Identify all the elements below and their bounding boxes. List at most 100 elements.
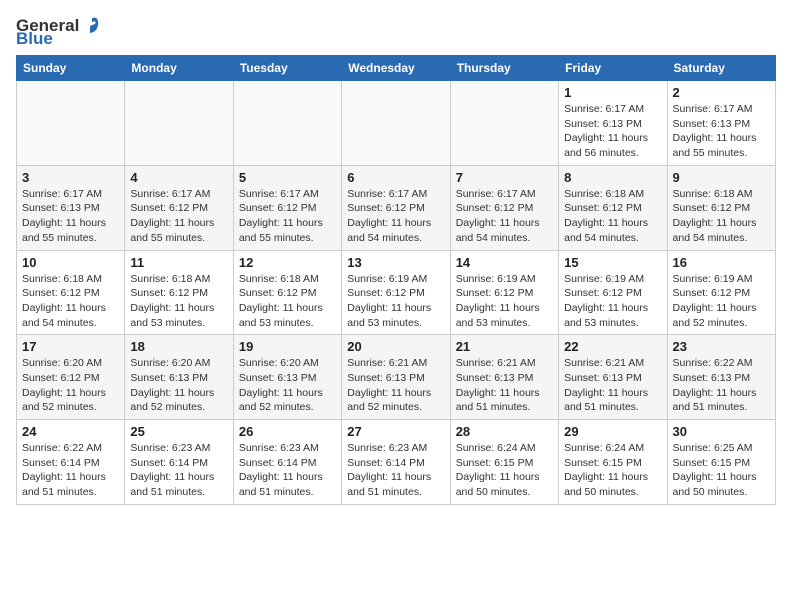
calendar-cell: 5 Sunrise: 6:17 AM Sunset: 6:12 PM Daylig… (233, 165, 341, 250)
day-number: 6 (347, 170, 444, 185)
day-number: 30 (673, 424, 770, 439)
day-number: 5 (239, 170, 336, 185)
day-info: Sunrise: 6:20 AM Sunset: 6:12 PM Dayligh… (22, 356, 119, 415)
calendar-cell (342, 81, 450, 166)
day-info: Sunrise: 6:18 AM Sunset: 6:12 PM Dayligh… (130, 272, 227, 331)
day-number: 29 (564, 424, 661, 439)
calendar-cell: 25 Sunrise: 6:23 AM Sunset: 6:14 PM Dayli… (125, 420, 233, 505)
weekday-header-saturday: Saturday (667, 56, 775, 81)
day-info: Sunrise: 6:18 AM Sunset: 6:12 PM Dayligh… (22, 272, 119, 331)
day-info: Sunrise: 6:24 AM Sunset: 6:15 PM Dayligh… (456, 441, 553, 500)
calendar-cell: 18Sunrise: 6:20 AM Sunset: 6:13 PM Dayli… (125, 335, 233, 420)
day-info: Sunrise: 6:18 AM Sunset: 6:12 PM Dayligh… (673, 187, 770, 246)
day-number: 28 (456, 424, 553, 439)
calendar-cell: 29 Sunrise: 6:24 AM Sunset: 6:15 PM Dayli… (559, 420, 667, 505)
day-number: 12 (239, 255, 336, 270)
calendar-week-row: 24Sunrise: 6:22 AM Sunset: 6:14 PM Dayli… (17, 420, 776, 505)
weekday-header-thursday: Thursday (450, 56, 558, 81)
calendar-cell: 16Sunrise: 6:19 AM Sunset: 6:12 PM Dayli… (667, 250, 775, 335)
calendar-cell (17, 81, 125, 166)
day-info: Sunrise: 6:17 AM Sunset: 6:12 PM Dayligh… (347, 187, 444, 246)
calendar-cell: 15 Sunrise: 6:19 AM Sunset: 6:12 PM Dayli… (559, 250, 667, 335)
calendar-cell: 13 Sunrise: 6:19 AM Sunset: 6:12 PM Dayli… (342, 250, 450, 335)
logo-blue-text: Blue (16, 30, 101, 47)
day-info: Sunrise: 6:23 AM Sunset: 6:14 PM Dayligh… (130, 441, 227, 500)
calendar-cell: 2 Sunrise: 6:17 AM Sunset: 6:13 PM Daylig… (667, 81, 775, 166)
day-info: Sunrise: 6:18 AM Sunset: 6:12 PM Dayligh… (564, 187, 661, 246)
calendar-cell: 17 Sunrise: 6:20 AM Sunset: 6:12 PM Dayli… (17, 335, 125, 420)
day-number: 8 (564, 170, 661, 185)
day-info: Sunrise: 6:24 AM Sunset: 6:15 PM Dayligh… (564, 441, 661, 500)
calendar-cell: 10 Sunrise: 6:18 AM Sunset: 6:12 PM Dayli… (17, 250, 125, 335)
calendar-week-row: 3 Sunrise: 6:17 AM Sunset: 6:13 PM Daylig… (17, 165, 776, 250)
calendar-cell: 7 Sunrise: 6:17 AM Sunset: 6:12 PM Daylig… (450, 165, 558, 250)
day-info: Sunrise: 6:20 AM Sunset: 6:13 PM Dayligh… (130, 356, 227, 415)
page-header: General Blue (16, 16, 776, 47)
day-info: Sunrise: 6:17 AM Sunset: 6:12 PM Dayligh… (239, 187, 336, 246)
calendar-cell: 1 Sunrise: 6:17 AM Sunset: 6:13 PM Daylig… (559, 81, 667, 166)
calendar-cell: 26 Sunrise: 6:23 AM Sunset: 6:14 PM Dayli… (233, 420, 341, 505)
calendar-cell: 6 Sunrise: 6:17 AM Sunset: 6:12 PM Daylig… (342, 165, 450, 250)
calendar-cell: 24Sunrise: 6:22 AM Sunset: 6:14 PM Dayli… (17, 420, 125, 505)
calendar-cell: 12 Sunrise: 6:18 AM Sunset: 6:12 PM Dayli… (233, 250, 341, 335)
calendar-cell: 9Sunrise: 6:18 AM Sunset: 6:12 PM Daylig… (667, 165, 775, 250)
day-number: 3 (22, 170, 119, 185)
calendar-cell: 20 Sunrise: 6:21 AM Sunset: 6:13 PM Dayli… (342, 335, 450, 420)
day-info: Sunrise: 6:17 AM Sunset: 6:12 PM Dayligh… (130, 187, 227, 246)
day-number: 15 (564, 255, 661, 270)
day-info: Sunrise: 6:19 AM Sunset: 6:12 PM Dayligh… (564, 272, 661, 331)
day-info: Sunrise: 6:17 AM Sunset: 6:12 PM Dayligh… (456, 187, 553, 246)
day-info: Sunrise: 6:22 AM Sunset: 6:13 PM Dayligh… (673, 356, 770, 415)
day-number: 17 (22, 339, 119, 354)
day-number: 27 (347, 424, 444, 439)
calendar-week-row: 17 Sunrise: 6:20 AM Sunset: 6:12 PM Dayli… (17, 335, 776, 420)
day-number: 20 (347, 339, 444, 354)
calendar-cell: 14Sunrise: 6:19 AM Sunset: 6:12 PM Dayli… (450, 250, 558, 335)
day-info: Sunrise: 6:19 AM Sunset: 6:12 PM Dayligh… (347, 272, 444, 331)
day-number: 25 (130, 424, 227, 439)
weekday-header-row: SundayMondayTuesdayWednesdayThursdayFrid… (17, 56, 776, 81)
day-number: 2 (673, 85, 770, 100)
calendar-cell: 21Sunrise: 6:21 AM Sunset: 6:13 PM Dayli… (450, 335, 558, 420)
day-number: 21 (456, 339, 553, 354)
day-info: Sunrise: 6:20 AM Sunset: 6:13 PM Dayligh… (239, 356, 336, 415)
logo: General Blue (16, 16, 101, 47)
day-number: 24 (22, 424, 119, 439)
day-number: 7 (456, 170, 553, 185)
calendar-cell (450, 81, 558, 166)
calendar-cell: 4Sunrise: 6:17 AM Sunset: 6:12 PM Daylig… (125, 165, 233, 250)
day-number: 19 (239, 339, 336, 354)
day-number: 26 (239, 424, 336, 439)
day-info: Sunrise: 6:25 AM Sunset: 6:15 PM Dayligh… (673, 441, 770, 500)
day-info: Sunrise: 6:18 AM Sunset: 6:12 PM Dayligh… (239, 272, 336, 331)
day-info: Sunrise: 6:17 AM Sunset: 6:13 PM Dayligh… (22, 187, 119, 246)
day-info: Sunrise: 6:19 AM Sunset: 6:12 PM Dayligh… (673, 272, 770, 331)
day-info: Sunrise: 6:17 AM Sunset: 6:13 PM Dayligh… (564, 102, 661, 161)
calendar-week-row: 1 Sunrise: 6:17 AM Sunset: 6:13 PM Daylig… (17, 81, 776, 166)
calendar-cell (125, 81, 233, 166)
calendar-cell: 22 Sunrise: 6:21 AM Sunset: 6:13 PM Dayli… (559, 335, 667, 420)
day-number: 1 (564, 85, 661, 100)
calendar-cell (233, 81, 341, 166)
calendar-cell: 30 Sunrise: 6:25 AM Sunset: 6:15 PM Dayli… (667, 420, 775, 505)
day-info: Sunrise: 6:23 AM Sunset: 6:14 PM Dayligh… (239, 441, 336, 500)
day-number: 13 (347, 255, 444, 270)
weekday-header-wednesday: Wednesday (342, 56, 450, 81)
weekday-header-friday: Friday (559, 56, 667, 81)
calendar-week-row: 10 Sunrise: 6:18 AM Sunset: 6:12 PM Dayli… (17, 250, 776, 335)
day-number: 11 (130, 255, 227, 270)
day-number: 23 (673, 339, 770, 354)
day-number: 22 (564, 339, 661, 354)
calendar-cell: 8 Sunrise: 6:18 AM Sunset: 6:12 PM Daylig… (559, 165, 667, 250)
weekday-header-sunday: Sunday (17, 56, 125, 81)
calendar-cell: 11 Sunrise: 6:18 AM Sunset: 6:12 PM Dayli… (125, 250, 233, 335)
day-number: 14 (456, 255, 553, 270)
day-info: Sunrise: 6:17 AM Sunset: 6:13 PM Dayligh… (673, 102, 770, 161)
weekday-header-tuesday: Tuesday (233, 56, 341, 81)
day-info: Sunrise: 6:21 AM Sunset: 6:13 PM Dayligh… (347, 356, 444, 415)
calendar-cell: 3 Sunrise: 6:17 AM Sunset: 6:13 PM Daylig… (17, 165, 125, 250)
calendar-cell: 19 Sunrise: 6:20 AM Sunset: 6:13 PM Dayli… (233, 335, 341, 420)
day-info: Sunrise: 6:21 AM Sunset: 6:13 PM Dayligh… (564, 356, 661, 415)
calendar-cell: 27Sunrise: 6:23 AM Sunset: 6:14 PM Dayli… (342, 420, 450, 505)
day-number: 10 (22, 255, 119, 270)
